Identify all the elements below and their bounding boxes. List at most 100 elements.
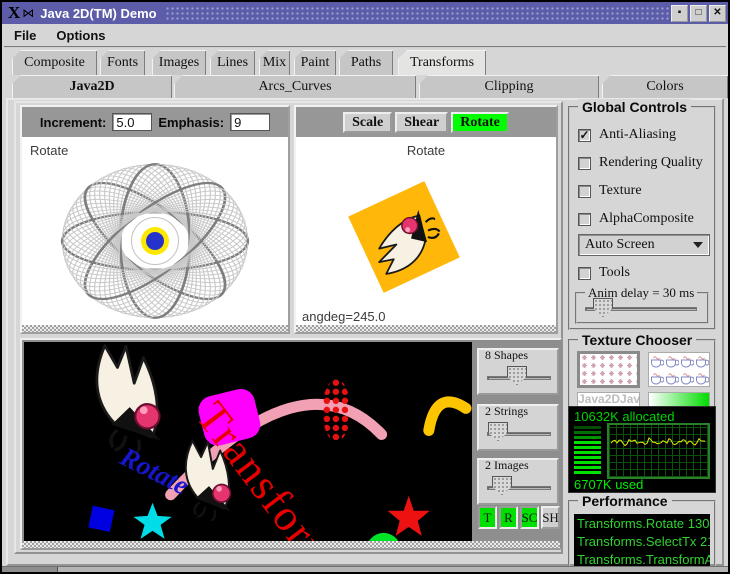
images-slider-thumb[interactable] bbox=[492, 476, 512, 495]
panel-dither-border bbox=[22, 325, 288, 332]
resize-grip[interactable] bbox=[2, 567, 58, 573]
memory-monitor: 10632K allocated 6707K used bbox=[568, 406, 716, 493]
menu-bar: File Options bbox=[4, 24, 726, 48]
tab-colors[interactable]: Colors bbox=[602, 75, 728, 98]
performance-title: Performance bbox=[578, 493, 672, 509]
animation-section: Transform Rotate 8 Shapes 2 Strings 2 Im… bbox=[20, 338, 562, 550]
window-title: Java 2D(TM) Demo bbox=[40, 6, 156, 21]
menu-file[interactable]: File bbox=[4, 26, 46, 45]
rendering-quality-checkbox[interactable]: ✓ Rendering Quality bbox=[578, 154, 703, 172]
toggle-shear[interactable]: SH bbox=[541, 506, 560, 529]
alphacomposite-checkbox[interactable]: ✓ AlphaComposite bbox=[578, 210, 694, 228]
images-slider-box: 2 Images bbox=[477, 458, 559, 505]
checkbox-icon: ✓ bbox=[578, 267, 591, 280]
antialiasing-checkbox[interactable]: ✓ Anti-Aliasing bbox=[578, 126, 676, 144]
menu-options[interactable]: Options bbox=[46, 26, 115, 45]
strings-slider-thumb[interactable] bbox=[488, 422, 508, 441]
texture-swatch-stars[interactable] bbox=[577, 351, 640, 388]
tab-fonts[interactable]: Fonts bbox=[100, 50, 145, 75]
maximize-button[interactable]: □ bbox=[690, 5, 707, 22]
tab-paths[interactable]: Paths bbox=[339, 50, 393, 75]
rendering-quality-label: Rendering Quality bbox=[599, 155, 703, 171]
tab-arcs-curves[interactable]: Arcs_Curves bbox=[174, 75, 416, 98]
increment-label: Increment: bbox=[40, 115, 106, 130]
rotate-text: Rotate bbox=[115, 441, 194, 501]
transform-canvas: Rotate bbox=[298, 139, 554, 307]
tab-lines[interactable]: Lines bbox=[210, 50, 255, 75]
tab-transforms[interactable]: Transforms bbox=[398, 50, 486, 75]
rotate-demo-toolbar: Increment: 5.0 Emphasis: 9 bbox=[22, 107, 288, 137]
blue-square-shape bbox=[88, 506, 114, 532]
tools-label: Tools bbox=[599, 265, 630, 281]
titlebar-pattern bbox=[165, 6, 669, 20]
checkbox-icon: ✓ bbox=[578, 185, 591, 198]
texture-label: Texture bbox=[599, 183, 642, 199]
tab-mix[interactable]: Mix bbox=[259, 50, 290, 75]
emphasis-field[interactable]: 9 bbox=[230, 113, 270, 131]
performance-line: Transforms.TransformA bbox=[577, 552, 710, 567]
increment-field[interactable]: 5.0 bbox=[112, 113, 152, 131]
animation-canvas: Transform Rotate bbox=[24, 342, 472, 541]
emphasis-label: Emphasis: bbox=[158, 115, 224, 130]
global-controls-title: Global Controls bbox=[578, 99, 691, 115]
panel-dither-border bbox=[296, 325, 556, 332]
screen-select-value: Auto Screen bbox=[585, 237, 655, 253]
toggle-rotate[interactable]: R bbox=[499, 506, 518, 529]
performance-line: Transforms.Rotate 1304 bbox=[577, 516, 710, 531]
shapes-slider-thumb[interactable] bbox=[507, 366, 527, 385]
rotate-demo-panel: Increment: 5.0 Emphasis: 9 Rotate bbox=[20, 105, 290, 334]
texture-swatch-cups[interactable] bbox=[648, 352, 710, 387]
shear-button[interactable]: Shear bbox=[395, 112, 448, 133]
memory-usage-bars bbox=[574, 426, 601, 474]
checkbox-icon: ✓ bbox=[578, 157, 591, 170]
tab-paint[interactable]: Paint bbox=[294, 50, 336, 75]
texture-text-line: Java2DJava bbox=[578, 393, 639, 406]
screen-select-dropdown[interactable]: Auto Screen bbox=[578, 234, 710, 256]
global-controls-panel: Global Controls ✓ Anti-Aliasing ✓ Render… bbox=[568, 106, 716, 330]
antialiasing-label: Anti-Aliasing bbox=[599, 127, 676, 143]
performance-log: Transforms.Rotate 1304 Transforms.Select… bbox=[574, 514, 710, 572]
strings-slider-box: 2 Strings bbox=[477, 404, 559, 451]
animation-controls: 8 Shapes 2 Strings 2 Images T R SC SH bbox=[474, 340, 562, 548]
pin-icon: ⋈ bbox=[22, 6, 34, 20]
cyan-star-shape bbox=[133, 503, 171, 539]
window-resize-bar[interactable] bbox=[2, 566, 728, 572]
red-dotted-ellipse-shape bbox=[322, 379, 350, 441]
shapes-slider-box: 8 Shapes bbox=[477, 348, 559, 395]
chevron-down-icon bbox=[693, 242, 703, 248]
anim-delay-group: Anim delay = 30 ms bbox=[575, 292, 709, 324]
green-circle-shape bbox=[367, 533, 401, 541]
shapes-slider-label: 8 Shapes bbox=[485, 348, 528, 363]
red-star-shape bbox=[388, 496, 430, 536]
minimize-button[interactable]: ▪ bbox=[671, 5, 688, 22]
anim-delay-thumb[interactable] bbox=[593, 298, 613, 317]
title-bar[interactable]: X ⋈ Java 2D(TM) Demo ▪ □ ✕ bbox=[2, 2, 728, 24]
checkbox-icon: ✓ bbox=[578, 129, 591, 142]
close-button[interactable]: ✕ bbox=[709, 5, 726, 22]
tab-composite[interactable]: Composite bbox=[12, 50, 97, 75]
app-window: X ⋈ Java 2D(TM) Demo ▪ □ ✕ File Options … bbox=[0, 0, 730, 574]
scale-button[interactable]: Scale bbox=[343, 112, 392, 133]
tab-images[interactable]: Images bbox=[152, 50, 206, 75]
texture-checkbox[interactable]: ✓ Texture bbox=[578, 182, 642, 200]
images-slider-label: 2 Images bbox=[485, 458, 529, 473]
yellow-arc-shape bbox=[429, 402, 466, 431]
performance-line: Transforms.SelectTx 21 bbox=[577, 534, 710, 549]
rotate-button[interactable]: Rotate bbox=[451, 112, 509, 133]
tools-checkbox[interactable]: ✓ Tools bbox=[578, 264, 630, 282]
transform-demo-panel: Scale Shear Rotate Rotate angdeg=245.0 bbox=[294, 105, 558, 334]
toggle-translate[interactable]: T bbox=[478, 506, 497, 529]
memory-history-graph bbox=[607, 423, 710, 479]
memory-used-label: 6707K used bbox=[574, 477, 643, 492]
spirograph-center bbox=[132, 218, 179, 265]
spirograph-canvas bbox=[22, 139, 288, 329]
angdeg-status: angdeg=245.0 bbox=[302, 309, 386, 324]
memory-allocated-label: 10632K allocated bbox=[574, 409, 674, 424]
transform-toggle-row: T R SC SH bbox=[478, 506, 560, 529]
toggle-scale[interactable]: SC bbox=[520, 506, 539, 529]
transform-demo-toolbar: Scale Shear Rotate bbox=[296, 107, 556, 137]
rotated-duke-image bbox=[348, 181, 460, 293]
x11-icon: X bbox=[8, 3, 20, 23]
tab-java2d[interactable]: Java2D bbox=[12, 75, 172, 98]
tab-clipping[interactable]: Clipping bbox=[419, 75, 599, 98]
